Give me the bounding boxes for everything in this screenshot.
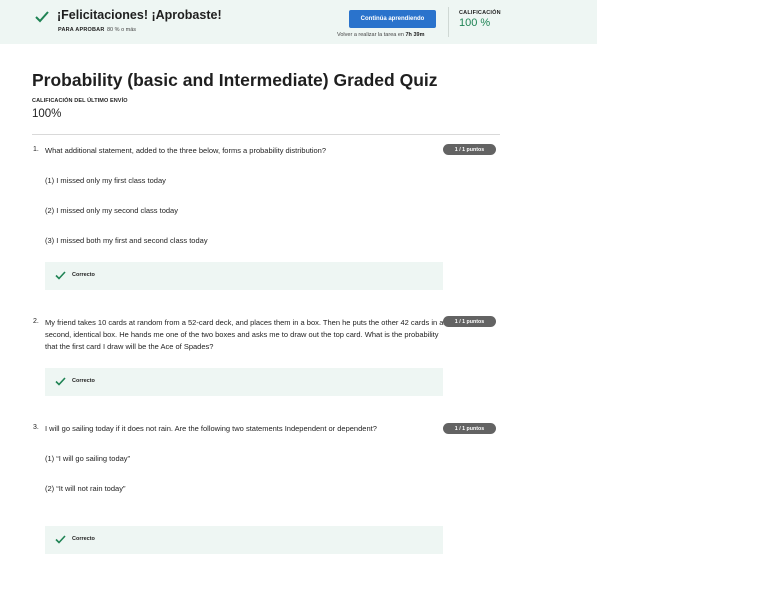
last-submission-grade: 100% [32,108,62,120]
feedback-label: Correcto [72,272,95,278]
retry-time: 7h 39m [405,32,425,38]
success-banner: ¡Felicitaciones! ¡Aprobaste! PARA APROBA… [0,0,597,44]
check-icon [35,11,49,23]
banner-divider [448,7,449,37]
grade-value: 100 % [459,17,491,29]
header-divider [32,134,500,135]
option-text: (3) I missed both my first and second cl… [45,236,208,245]
page-title: Probability (basic and Intermediate) Gra… [32,70,438,90]
retry-info: Volver a realizar la tarea en 7h 39m [337,32,424,38]
question-number: 3. [33,424,39,431]
feedback-label: Correcto [72,378,95,384]
last-submission-label: CALIFICACIÓN DEL ÚLTIMO ENVÍO [32,98,128,104]
feedback-label: Correcto [72,536,95,542]
points-badge: 1 / 1 puntos [443,423,496,434]
option-text: (2) I missed only my second class today [45,206,178,215]
option-text: (1) I missed only my first class today [45,176,166,185]
option-text: (1) “I will go sailing today” [45,454,131,463]
points-badge: 1 / 1 puntos [443,144,496,155]
option-text: (2) “It will not rain today” [45,484,126,493]
question-number: 2. [33,318,39,325]
feedback-correct: Correcto [45,262,443,290]
pass-label: PARA APROBAR [58,27,105,33]
question-text: What additional statement, added to the … [45,146,326,155]
check-icon [55,535,66,544]
feedback-correct: Correcto [45,368,443,396]
banner-title: ¡Felicitaciones! ¡Aprobaste! [57,8,222,22]
check-icon [55,377,66,386]
points-badge: 1 / 1 puntos [443,316,496,327]
grade-label: CALIFICACIÓN [459,10,501,16]
question-text: My friend takes 10 cards at random from … [45,318,444,351]
question-number: 1. [33,146,39,153]
continue-learning-button[interactable]: Continúa aprendiendo [349,10,436,28]
feedback-correct: Correcto [45,526,443,554]
check-icon [55,271,66,280]
question-text: I will go sailing today if it does not r… [45,424,377,433]
pass-value: 80 % o más [107,27,137,33]
retry-prefix: Volver a realizar la tarea en [337,32,404,38]
